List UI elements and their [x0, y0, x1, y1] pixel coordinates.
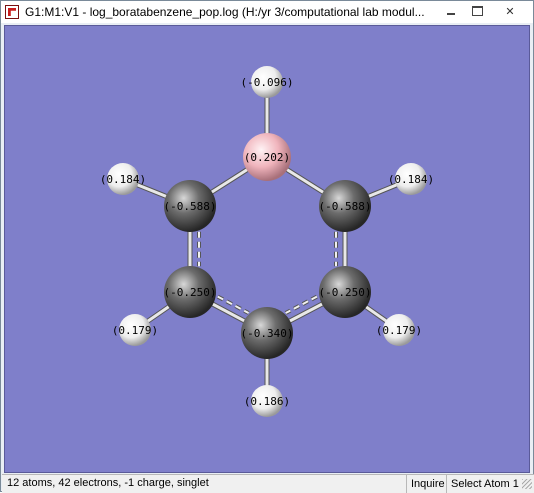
molecule-drawing[interactable]: (0.202) (-0.588) (-0.588) (-0.250) (-0.250) (… [5, 26, 531, 474]
charge-label-C6: (-0.588) [319, 200, 372, 213]
charge-label-C5: (-0.250) [319, 286, 372, 299]
mode-indicator: Inquire [406, 475, 446, 493]
resize-grip-icon[interactable] [522, 479, 532, 489]
close-button[interactable]: ✕ [490, 2, 530, 20]
status-bar: 12 atoms, 42 electrons, -1 charge, singl… [2, 474, 534, 493]
charge-label-C2: (-0.588) [164, 200, 217, 213]
charge-label-H3: (0.179) [112, 324, 158, 337]
molecule-viewport[interactable]: (0.202) (-0.588) (-0.588) (-0.250) (-0.250) (… [4, 25, 530, 473]
minimize-button[interactable] [438, 2, 464, 20]
window-controls: ✕ [438, 2, 530, 20]
maximize-icon [471, 6, 483, 16]
action-indicator: Select Atom 1 [446, 475, 520, 493]
charge-label-C3: (-0.250) [164, 286, 217, 299]
charge-label-H4: (0.186) [244, 395, 290, 408]
charge-label-H5: (0.179) [376, 324, 422, 337]
molecule-info: 12 atoms, 42 electrons, -1 charge, singl… [7, 477, 209, 489]
app-icon[interactable] [5, 5, 19, 19]
close-icon: ✕ [505, 4, 515, 18]
title-bar[interactable]: G1:M1:V1 - log_boratabenzene_pop.log (H:… [1, 1, 533, 23]
maximize-button[interactable] [464, 2, 490, 20]
charge-label-H2: (0.184) [100, 173, 146, 186]
charge-label-B: (0.202) [244, 151, 290, 164]
charge-label-H6: (0.184) [388, 173, 434, 186]
gaussview-window: G1:M1:V1 - log_boratabenzene_pop.log (H:… [0, 0, 534, 493]
minimize-icon [447, 13, 455, 15]
charge-label-C4: (-0.340) [241, 327, 294, 340]
charge-label-HB: (-0.096) [241, 76, 294, 89]
window-title: G1:M1:V1 - log_boratabenzene_pop.log (H:… [25, 5, 425, 19]
